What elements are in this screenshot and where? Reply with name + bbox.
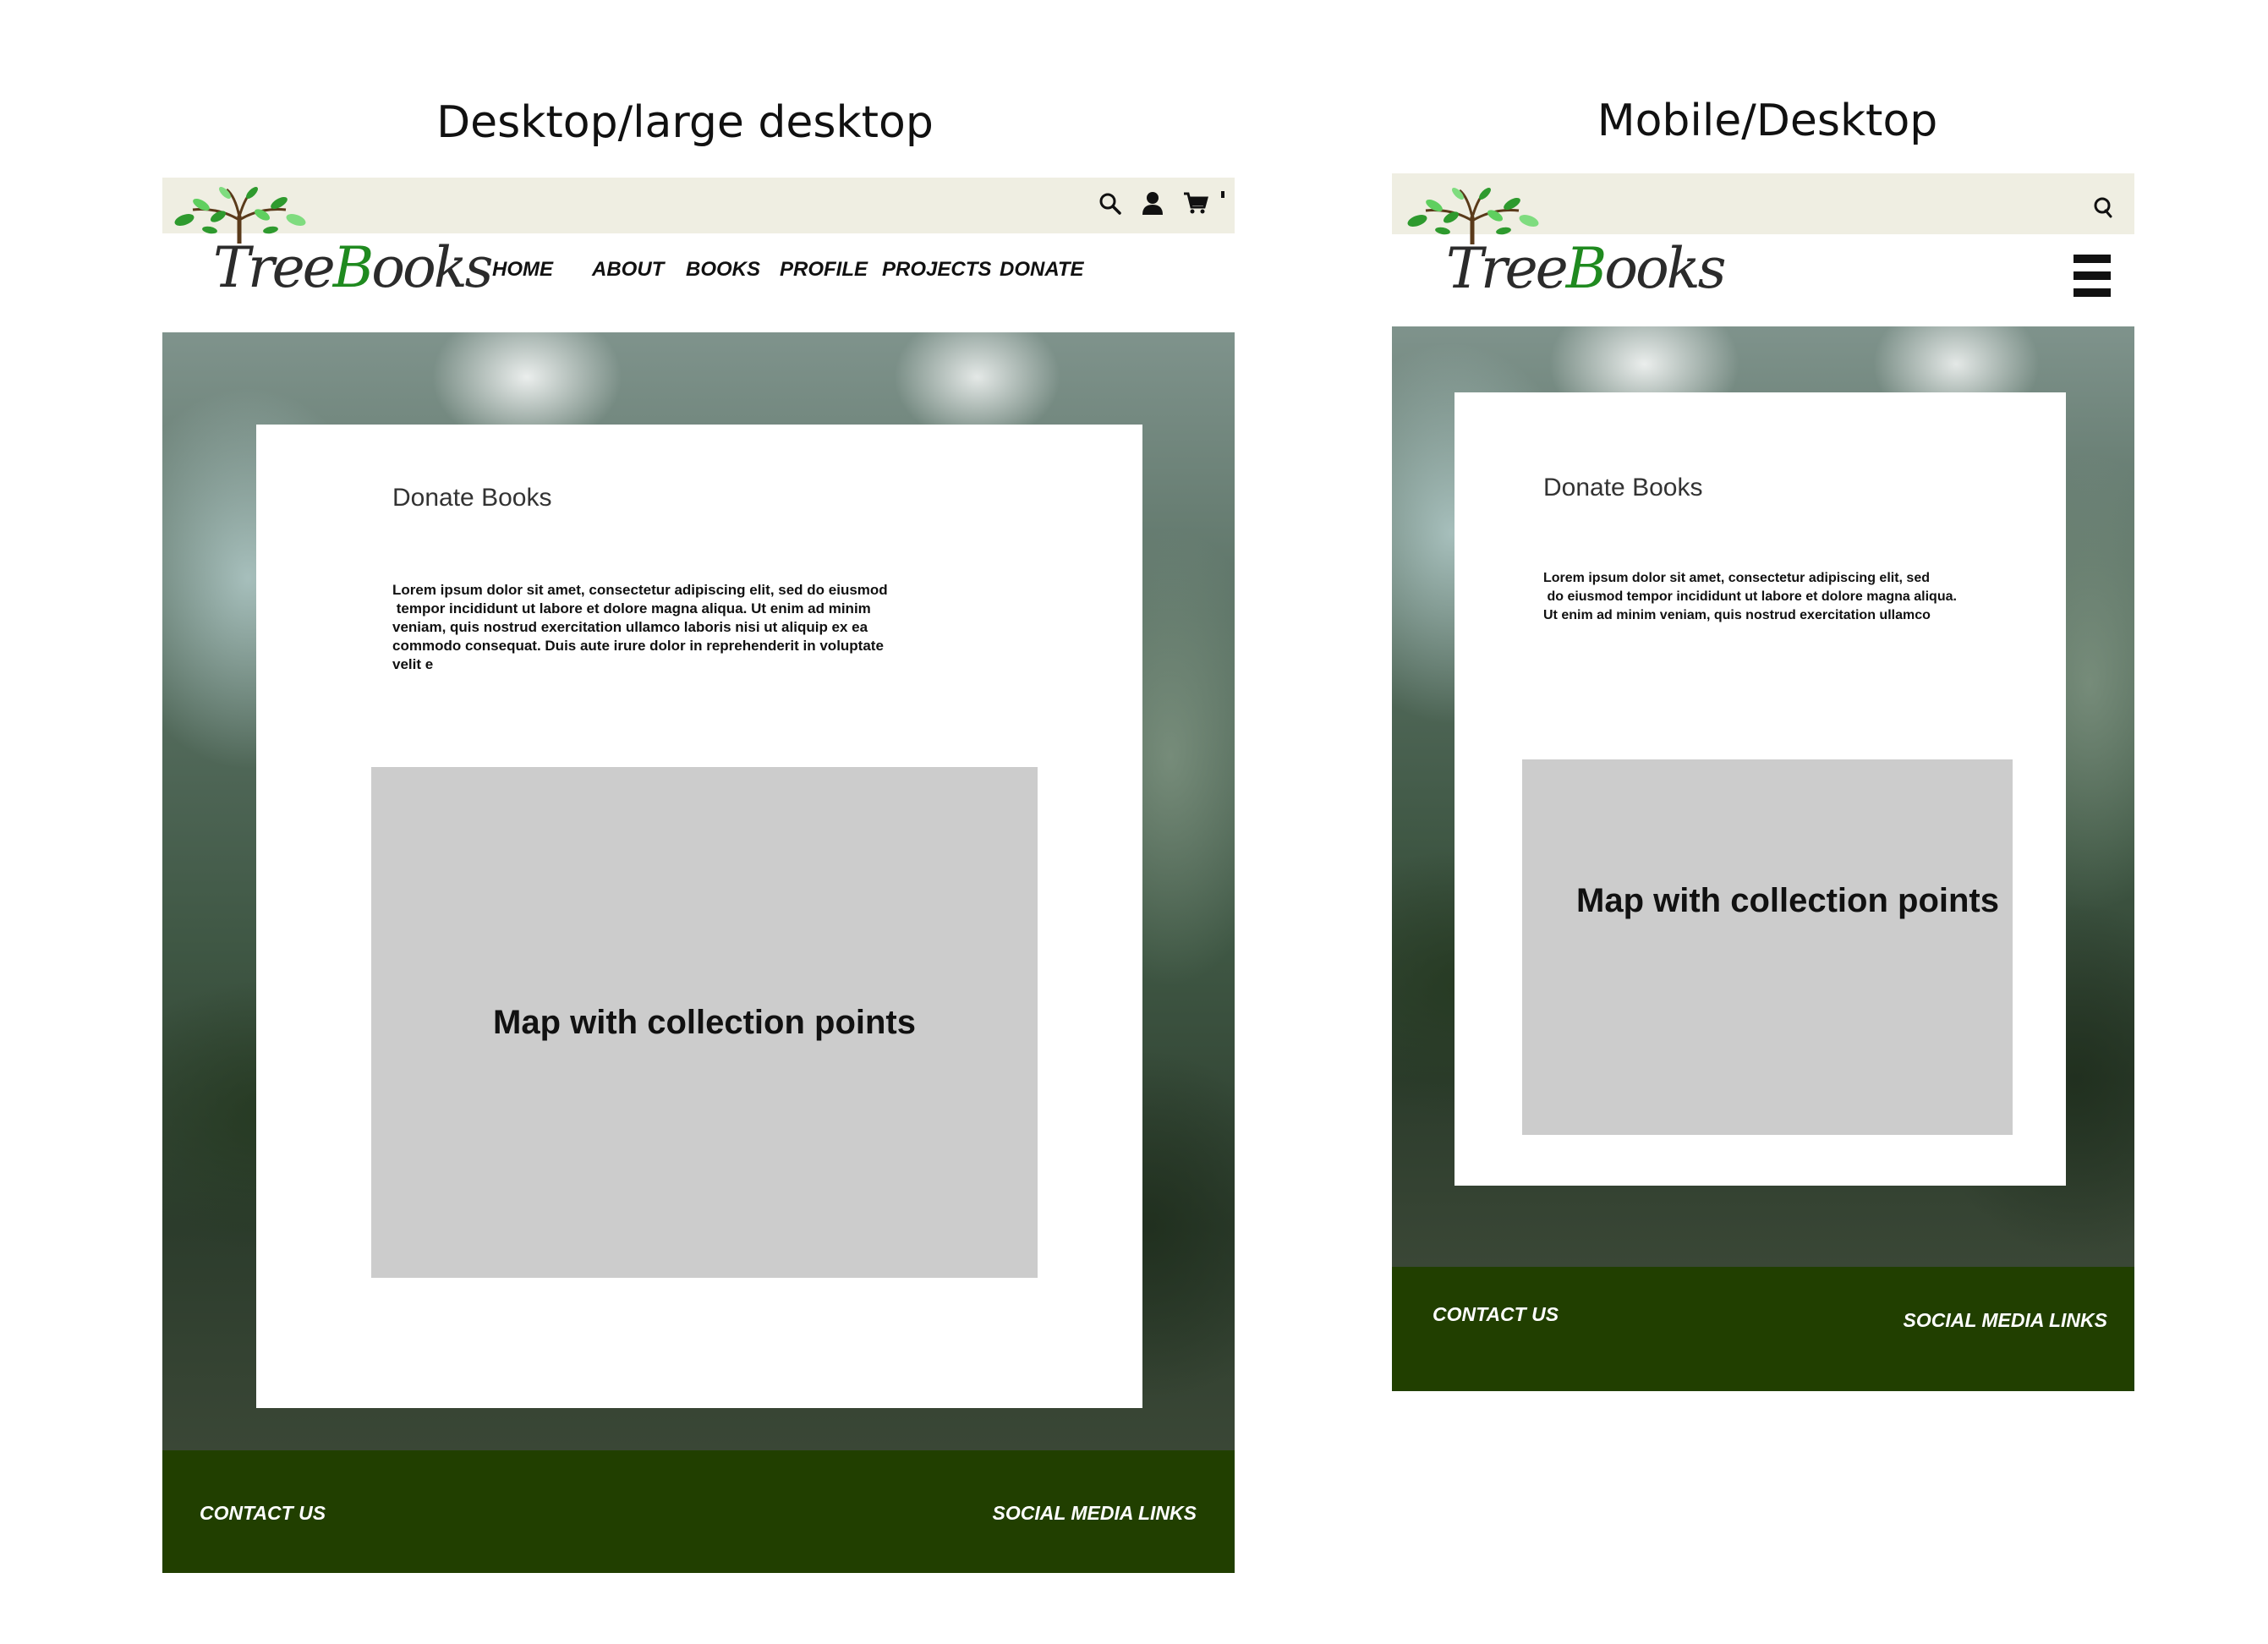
treebooks-logo[interactable]: TreeBooks bbox=[167, 186, 494, 313]
map-label: Map with collection points bbox=[493, 1003, 916, 1041]
card-body-text: Lorem ipsum dolor sit amet, consectetur … bbox=[392, 581, 888, 674]
map-placeholder[interactable]: Map with collection points bbox=[1522, 759, 2013, 1135]
user-icon[interactable] bbox=[1140, 189, 1165, 216]
logo-text: TreeBooks bbox=[1446, 236, 1727, 301]
mobile-footer: CONTACT US SOCIAL MEDIA LINKS bbox=[1392, 1267, 2134, 1391]
search-icon[interactable] bbox=[2092, 195, 2114, 219]
forest-background-image: Donate Books Lorem ipsum dolor sit amet,… bbox=[1392, 326, 2134, 1267]
desktop-footer: CONTACT US SOCIAL MEDIA LINKS bbox=[162, 1450, 1235, 1573]
mobile-mockup: TreeBooks Donate Books Lorem ipsum dolor… bbox=[1392, 173, 2134, 1391]
nav-donate[interactable]: DONATE bbox=[1000, 258, 1084, 282]
nav-books[interactable]: BOOKS bbox=[686, 258, 760, 282]
cart-icon[interactable] bbox=[1182, 189, 1209, 216]
topbar-divider bbox=[1221, 191, 1224, 198]
footer-social-link[interactable]: SOCIAL MEDIA LINKS bbox=[992, 1502, 1197, 1525]
mobile-section-title: Mobile/Desktop bbox=[1597, 96, 1938, 146]
body-line: Lorem ipsum dolor sit amet, consectetur … bbox=[392, 582, 888, 598]
card-title: Donate Books bbox=[1543, 474, 1703, 501]
nav-projects[interactable]: PROJECTS bbox=[882, 258, 991, 282]
card-body-text: Lorem ipsum dolor sit amet, consectetur … bbox=[1543, 569, 1957, 625]
body-line: do eiusmod tempor incididunt ut labore e… bbox=[1543, 589, 1957, 604]
hamburger-menu-icon[interactable] bbox=[2074, 255, 2111, 299]
nav-home[interactable]: HOME bbox=[492, 258, 553, 282]
card-title: Donate Books bbox=[392, 484, 552, 512]
desktop-section-title: Desktop/large desktop bbox=[436, 97, 934, 148]
body-line: commodo consequat. Duis aute irure dolor… bbox=[392, 638, 884, 654]
nav-profile[interactable]: PROFILE bbox=[780, 258, 868, 282]
map-label: Map with collection points bbox=[1576, 881, 1999, 919]
body-line: tempor incididunt ut labore et dolore ma… bbox=[392, 600, 871, 616]
body-line: velit e bbox=[392, 656, 434, 672]
nav-about[interactable]: ABOUT bbox=[592, 258, 664, 282]
desktop-mockup: TreeBooks HOME ABOUT BOOKS PROFILE PROJE… bbox=[162, 178, 1235, 1573]
footer-contact-link[interactable]: CONTACT US bbox=[200, 1502, 326, 1525]
body-line: Ut enim ad minim veniam, quis nostrud ex… bbox=[1543, 608, 1931, 622]
donate-card: Donate Books Lorem ipsum dolor sit amet,… bbox=[256, 425, 1142, 1408]
donate-card: Donate Books Lorem ipsum dolor sit amet,… bbox=[1454, 392, 2066, 1186]
treebooks-logo[interactable]: TreeBooks bbox=[1400, 187, 1727, 314]
forest-background-image: Donate Books Lorem ipsum dolor sit amet,… bbox=[162, 332, 1235, 1450]
logo-text: TreeBooks bbox=[213, 235, 494, 300]
search-icon[interactable] bbox=[1098, 191, 1123, 216]
footer-social-link[interactable]: SOCIAL MEDIA LINKS bbox=[1903, 1309, 2107, 1332]
body-line: veniam, quis nostrud exercitation ullamc… bbox=[392, 619, 868, 635]
footer-contact-link[interactable]: CONTACT US bbox=[1433, 1303, 1559, 1326]
body-line: Lorem ipsum dolor sit amet, consectetur … bbox=[1543, 571, 1930, 585]
map-placeholder[interactable]: Map with collection points bbox=[371, 767, 1038, 1278]
